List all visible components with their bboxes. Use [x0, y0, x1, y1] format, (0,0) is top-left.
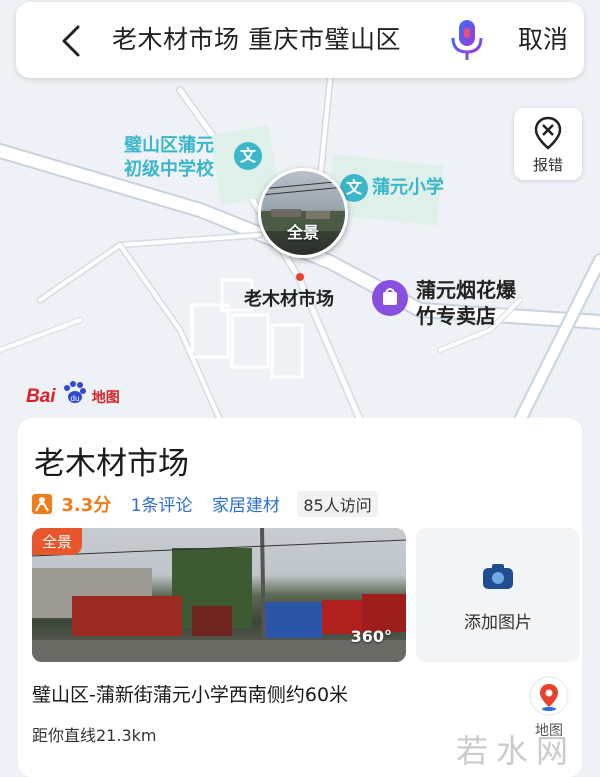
rating-score: 3.3分 — [61, 495, 112, 516]
shopping-bag-icon — [383, 288, 397, 305]
chevron-left-icon — [62, 25, 80, 57]
person-rating-icon — [35, 497, 49, 512]
search-bar: 老木材市场 重庆市璧山区 取消 — [16, 2, 584, 78]
voice-search-button[interactable] — [447, 18, 487, 62]
school-label-line1: 璧山区蒲元 — [124, 135, 214, 156]
add-photo-button[interactable]: 添加图片 — [416, 528, 580, 662]
location-pin[interactable] — [296, 273, 304, 281]
panorama-label: 全景 — [286, 223, 319, 242]
market-label[interactable]: 老木材市场 — [244, 285, 334, 311]
search-query-text[interactable]: 老木材市场 重庆市璧山区 — [112, 20, 401, 56]
baidu-map-logo: Bai du 地图 — [26, 380, 120, 410]
visits-badge: 85人访问 — [297, 491, 378, 517]
map-location-icon — [529, 676, 569, 716]
school2-label[interactable]: 蒲元小学 — [372, 176, 444, 200]
shop-icon[interactable] — [372, 280, 408, 316]
panorama-360-badge: 360° — [350, 627, 392, 646]
svg-text:du: du — [70, 394, 79, 403]
paw-logo-icon: du — [63, 381, 86, 403]
camera-icon — [483, 564, 513, 589]
school-label-line2: 初级中学校 — [124, 159, 214, 180]
back-button[interactable] — [56, 24, 86, 58]
place-card: 老木材市场 3.3分 1条评论 家居建材 85人访问 全景 360° 添加图片 … — [18, 418, 582, 777]
panorama-photo[interactable]: 全景 360° — [32, 528, 406, 662]
school-label[interactable]: 璧山区蒲元 初级中学校 — [124, 134, 214, 182]
add-photo-label: 添加图片 — [464, 613, 532, 633]
panorama-tag: 全景 — [32, 528, 83, 555]
microphone-icon — [451, 20, 483, 60]
shop-label[interactable]: 蒲元烟花爆 竹专卖店 — [416, 277, 516, 329]
logo-text: Bai — [26, 386, 56, 407]
map-pin-x-icon — [534, 116, 562, 150]
watermark-text: 若水网 — [456, 732, 577, 770]
shop-label-line1: 蒲元烟花爆 — [416, 278, 516, 302]
report-error-button[interactable]: 报错 — [514, 108, 582, 180]
place-address: 璧山区-蒲新街蒲元小学西南侧约60米 — [32, 684, 349, 706]
place-title: 老木材市场 — [34, 446, 189, 482]
shop-label-line2: 竹专卖店 — [416, 304, 496, 328]
cancel-button[interactable]: 取消 — [518, 20, 568, 56]
rating-icon — [32, 494, 52, 514]
report-error-label: 报错 — [532, 156, 563, 174]
place-distance: 距你直线21.3km — [32, 726, 157, 745]
panorama-thumbnail[interactable]: 全景 — [258, 168, 348, 258]
logo-map-text: 地图 — [91, 390, 120, 406]
category-link[interactable]: 家居建材 — [212, 496, 280, 516]
place-meta-row: 3.3分 1条评论 家居建材 85人访问 — [32, 491, 378, 517]
school-icon[interactable]: 文 — [234, 142, 262, 170]
reviews-link[interactable]: 1条评论 — [131, 496, 193, 516]
